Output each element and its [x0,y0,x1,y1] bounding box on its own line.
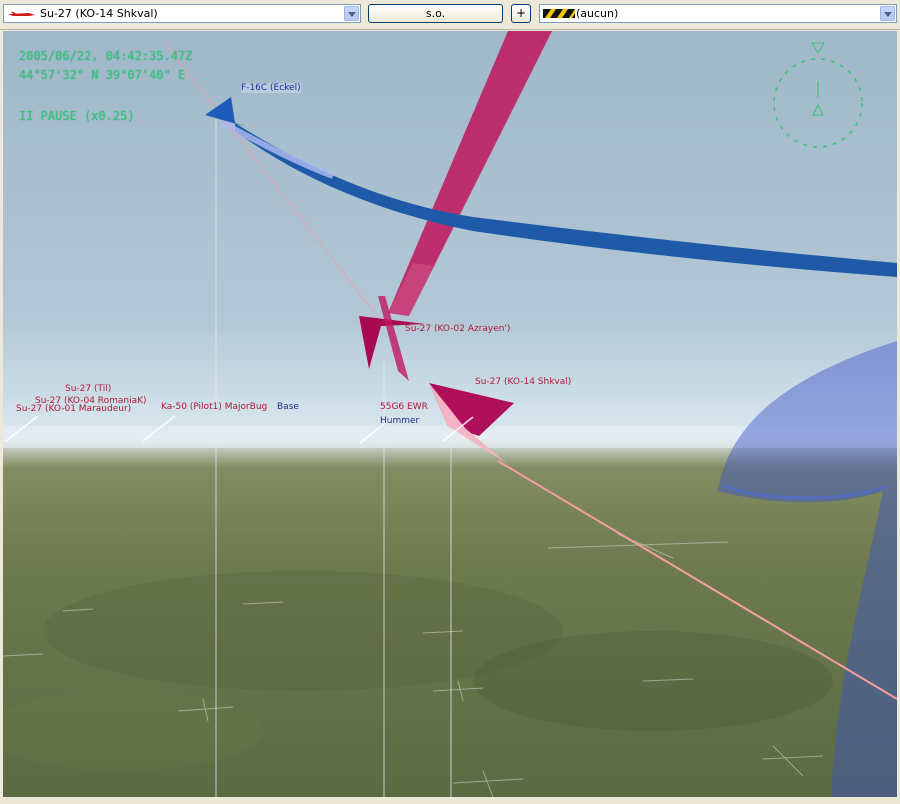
hazard-stripes-icon [543,9,575,18]
unit-select[interactable]: Su-27 (KO-14 Shkval) [3,4,361,23]
toolbar: Su-27 (KO-14 Shkval) s.o. + (aucun) [0,0,900,30]
hud-coordinates: 44°57'32" N 39°07'40" E [19,68,186,82]
compass-icon [773,42,863,148]
chevron-down-icon[interactable] [880,6,895,21]
label-su27-shkval[interactable]: Su-27 (KO-14 Shkval) [475,377,571,387]
hud-datetime: 2005/06/22, 04:42:35.47Z [19,49,193,63]
plus-button[interactable]: + [511,4,531,23]
label-hummer[interactable]: Hummer [380,416,419,426]
target-select[interactable]: (aucun) [539,4,897,23]
label-f16[interactable]: F-16C (Eckel) [241,83,301,93]
3d-viewport[interactable]: 2005/06/22, 04:42:35.47Z 44°57'32" N 39°… [3,31,897,797]
so-button[interactable]: s.o. [368,4,503,23]
label-ka50[interactable]: Ka-50 (Pilot1) MajorBug [161,402,267,412]
target-select-value: (aucun) [576,7,619,20]
hud-pause-status: II PAUSE (x0.25) [19,109,135,123]
unit-select-value: Su-27 (KO-14 Shkval) [40,7,158,20]
label-su27-maraudeur[interactable]: Su-27 (KO-01 Maraudeur) [16,404,131,414]
label-ewr[interactable]: 55G6 EWR [380,402,428,412]
red-jet-icon [8,11,35,16]
scene-graphics [3,31,897,797]
label-su27-til[interactable]: Su-27 (Til) [65,384,111,394]
label-su27-azrayen[interactable]: Su-27 (KO-02 Azrayen') [405,324,510,334]
chevron-down-icon[interactable] [344,6,359,21]
label-base[interactable]: Base [277,402,299,412]
